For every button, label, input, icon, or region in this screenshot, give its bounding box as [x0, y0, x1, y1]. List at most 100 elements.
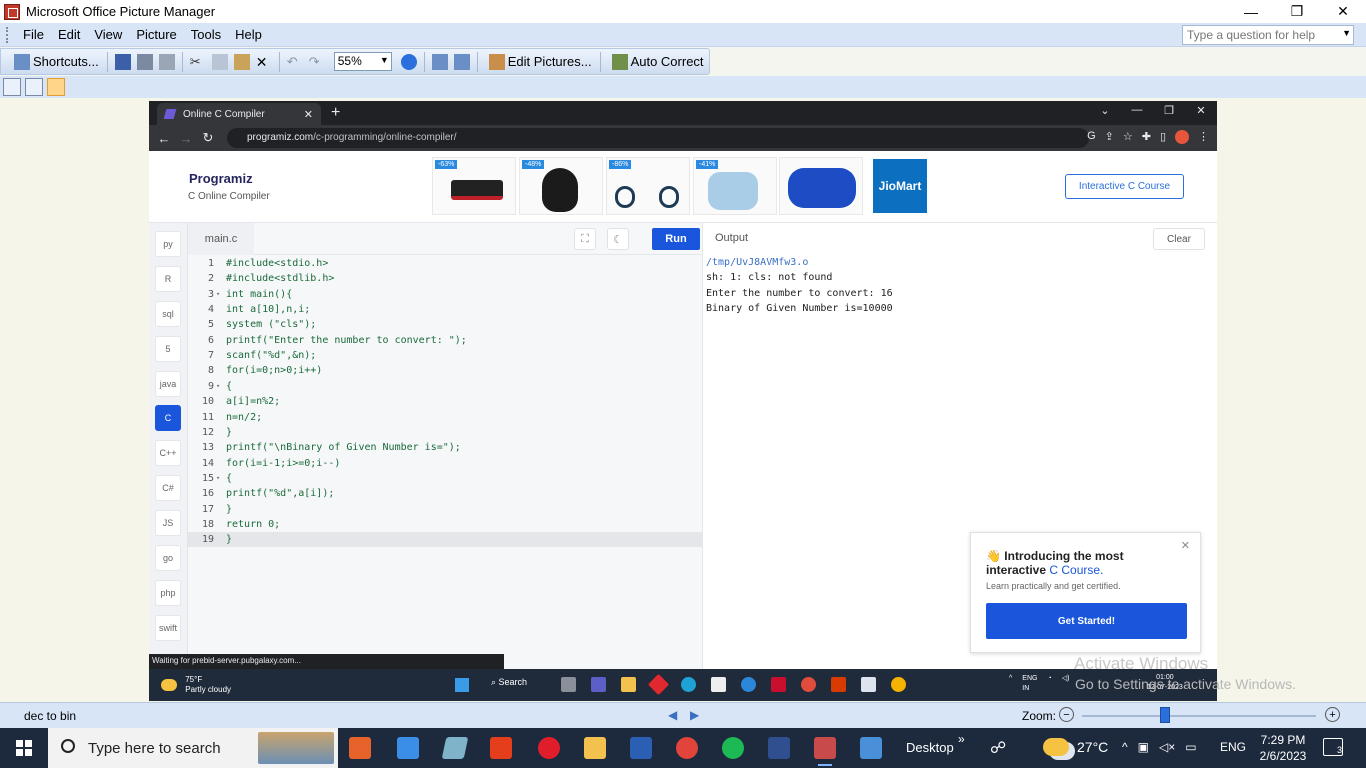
menu-view[interactable]: View — [87, 27, 129, 42]
more-menu-icon[interactable]: ⋮ — [1198, 130, 1209, 144]
file-explorer-icon[interactable] — [621, 677, 636, 692]
browser-close-icon[interactable]: ✕ — [1185, 104, 1217, 117]
battery-icon[interactable]: ▭ — [1185, 740, 1196, 754]
inner-weather-widget[interactable]: 75°F Partly cloudy — [161, 675, 231, 695]
devcpp-taskbar-icon[interactable] — [768, 737, 790, 759]
google-icon[interactable]: G — [1087, 130, 1096, 144]
dark-mode-button[interactable]: ☾ — [607, 228, 629, 250]
cut-icon[interactable]: ✂ — [190, 54, 206, 70]
app-window-icon[interactable] — [861, 677, 876, 692]
menu-grip[interactable] — [6, 26, 10, 43]
file-explorer-taskbar-icon[interactable] — [584, 737, 606, 759]
store-icon[interactable] — [711, 677, 726, 692]
single-picture-view-button[interactable] — [47, 78, 65, 96]
taskbar-clock[interactable]: 7:29 PM 2/6/2023 — [1258, 732, 1308, 764]
lang-python[interactable]: py — [155, 231, 181, 257]
code-line[interactable]: 6 printf("Enter the number to convert: ")… — [188, 333, 702, 348]
zoom-slider-thumb[interactable] — [1160, 707, 1170, 723]
chevron-right-icon[interactable]: » — [958, 732, 965, 746]
start-button[interactable] — [0, 728, 48, 768]
code-line[interactable]: 11 n=n/2; — [188, 410, 702, 425]
menu-file[interactable]: File — [16, 27, 51, 42]
chrome-icon[interactable] — [801, 677, 816, 692]
chevron-up-icon[interactable]: ^ — [1009, 674, 1012, 694]
opera-taskbar-icon[interactable] — [538, 737, 560, 759]
lang-js[interactable]: JS — [155, 510, 181, 536]
shortcuts-button[interactable]: Shortcuts... — [7, 51, 103, 73]
lang-c[interactable]: C — [155, 405, 181, 431]
extensions-icon[interactable]: ✚ — [1142, 130, 1151, 144]
app-red-icon[interactable] — [647, 673, 670, 696]
code-line[interactable]: 15 ▾{ — [188, 471, 702, 486]
browser-restore-icon[interactable]: ❐ — [1153, 104, 1185, 117]
previous-picture-icon[interactable]: ◀ — [668, 708, 677, 722]
chevron-down-icon[interactable]: ▼ — [1342, 28, 1351, 38]
share-icon[interactable]: ⇪ — [1105, 130, 1114, 144]
print-icon[interactable] — [136, 53, 153, 70]
new-tab-icon[interactable]: + — [331, 104, 340, 122]
rotate-right-icon[interactable] — [453, 53, 470, 70]
teams-icon[interactable] — [591, 677, 606, 692]
help-search-input[interactable]: Type a question for help ▼ — [1182, 25, 1354, 45]
forward-icon[interactable]: → — [175, 131, 197, 146]
run-button[interactable]: Run — [652, 228, 700, 250]
lang-sql[interactable]: sql — [155, 301, 181, 327]
back-icon[interactable]: ← — [153, 131, 175, 146]
get-started-button[interactable]: Get Started! — [986, 603, 1187, 639]
mcafee-icon[interactable] — [771, 677, 786, 692]
interactive-course-button[interactable]: Interactive C Course — [1065, 174, 1184, 199]
code-line[interactable]: 16 printf("%d",a[i]); — [188, 486, 702, 501]
programiz-logo[interactable]: Programiz — [189, 171, 253, 186]
edge-icon[interactable] — [681, 677, 696, 692]
meet-icon[interactable]: ▣ — [1138, 740, 1149, 754]
tab-close-icon[interactable]: ✕ — [304, 108, 313, 121]
undo-icon[interactable]: ↶ — [287, 54, 303, 70]
profile-avatar[interactable] — [1175, 130, 1189, 144]
office-icon[interactable] — [831, 677, 846, 692]
clear-button[interactable]: Clear — [1153, 228, 1205, 250]
picture-manager-taskbar-icon[interactable] — [349, 737, 371, 759]
lang-html[interactable]: 5 — [155, 336, 181, 362]
zoom-in-icon[interactable]: + — [1325, 707, 1340, 722]
spotify-taskbar-icon[interactable] — [722, 737, 744, 759]
lang-r[interactable]: R — [155, 266, 181, 292]
lang-php[interactable]: php — [155, 580, 181, 606]
edit-pictures-button[interactable]: Edit Pictures... — [482, 51, 596, 73]
lang-go[interactable]: go — [155, 545, 181, 571]
taskbar-weather-widget[interactable]: 27°C — [1043, 738, 1108, 756]
copy-icon[interactable] — [211, 53, 228, 70]
ad-mouse[interactable]: -48% — [519, 157, 603, 215]
fold-toggle-icon[interactable]: ▾ — [214, 474, 226, 482]
code-line[interactable]: 18 return 0; — [188, 517, 702, 532]
fold-toggle-icon[interactable]: ▾ — [214, 290, 226, 298]
filmstrip-view-button[interactable] — [25, 78, 43, 96]
menu-picture[interactable]: Picture — [129, 27, 183, 42]
code-line[interactable]: 7 scanf("%d",&n); — [188, 348, 702, 363]
app-blue-icon[interactable] — [741, 677, 756, 692]
menu-tools[interactable]: Tools — [184, 27, 228, 42]
inner-lang[interactable]: ENG IN — [1022, 674, 1037, 694]
close-icon[interactable]: ✕ — [1181, 539, 1190, 552]
ad-earbuds[interactable]: -41% — [693, 157, 777, 215]
reload-icon[interactable]: ↻ — [197, 130, 219, 146]
store-taskbar-icon[interactable] — [397, 737, 419, 759]
browser-tab[interactable]: Online C Compiler ✕ — [157, 103, 321, 125]
redo-icon[interactable]: ↷ — [309, 54, 325, 70]
menu-edit[interactable]: Edit — [51, 27, 87, 42]
inner-start-icon[interactable] — [455, 678, 469, 692]
menu-help[interactable]: Help — [228, 27, 269, 42]
chevron-up-icon[interactable]: ^ — [1122, 740, 1128, 754]
ad-jiomart[interactable]: JioMart — [873, 159, 927, 213]
code-line[interactable]: 3 ▾ int main(){ — [188, 287, 702, 302]
code-editor[interactable]: 1 #include<stdio.h> 2 #include<stdlib.h> 3 ▾ i… — [188, 255, 702, 679]
code-line[interactable]: 9 ▾{ — [188, 379, 702, 394]
chevron-down-icon[interactable]: ⌄ — [1089, 104, 1121, 117]
browser-minimize-icon[interactable]: — — [1121, 104, 1153, 117]
code-line[interactable]: 5 system ("cls"); — [188, 317, 702, 332]
word-taskbar-icon[interactable] — [630, 737, 652, 759]
address-bar[interactable]: programiz.com/c-programming/online-compi… — [227, 128, 1089, 148]
zoom-out-icon[interactable]: − — [1059, 707, 1074, 722]
thumbnail-view-button[interactable] — [3, 78, 21, 96]
fullscreen-button[interactable]: ⛶ — [574, 228, 596, 250]
code-line[interactable]: 12} — [188, 425, 702, 440]
